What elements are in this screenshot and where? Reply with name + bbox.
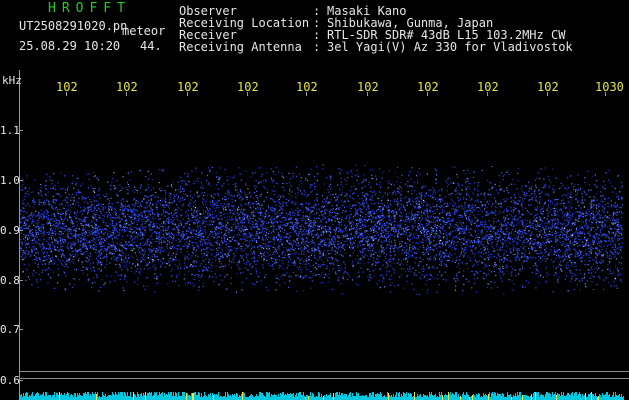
x-tick-label: 102	[56, 80, 78, 94]
spectrogram-plot	[19, 70, 629, 400]
reference-line-lower	[19, 378, 629, 379]
y-tick-label: 0.8	[0, 274, 20, 287]
metadata-block: Observer: Masaki Kano Receiving Location:…	[179, 5, 573, 53]
meta-row-antenna: Receiving Antenna:3el Yagi(V) Az 330 for…	[179, 41, 573, 53]
x-tick-label: 102	[417, 80, 439, 94]
meteor-count: 44.	[140, 39, 162, 53]
meteor-tag: meteor	[122, 24, 166, 38]
x-tick-label: 102	[116, 80, 138, 94]
y-tick-label: 0.6	[0, 374, 20, 387]
baseline-trace	[20, 392, 624, 400]
y-tick-label: 1.1	[0, 124, 20, 137]
x-tick-label: 102	[177, 80, 199, 94]
x-tick-marks	[66, 92, 606, 96]
meta-value: 3el Yagi(V) Az 330 for Vladivostok	[327, 40, 573, 54]
axis-unit: kHz	[2, 74, 22, 87]
x-tick-label: 102	[477, 80, 499, 94]
reference-line-upper	[19, 371, 629, 372]
noise-band	[20, 164, 624, 296]
y-tick-label: 0.7	[0, 323, 20, 336]
x-tick-label: 102	[237, 80, 259, 94]
meta-sep: :	[313, 40, 321, 54]
x-tick-label: 1030	[595, 80, 624, 94]
x-tick-label: 102	[537, 80, 559, 94]
x-tick-label: 102	[296, 80, 318, 94]
file-name: UT2508291020.pn	[19, 19, 128, 33]
date-time: 25.08.29 10:20	[19, 39, 121, 53]
y-tick-label: 0.9	[0, 224, 20, 237]
y-tick-label: 1.0	[0, 174, 20, 187]
meta-label: Receiving Antenna	[179, 40, 302, 54]
brand-title: HROFFT	[48, 1, 131, 16]
x-tick-label: 102	[357, 80, 379, 94]
